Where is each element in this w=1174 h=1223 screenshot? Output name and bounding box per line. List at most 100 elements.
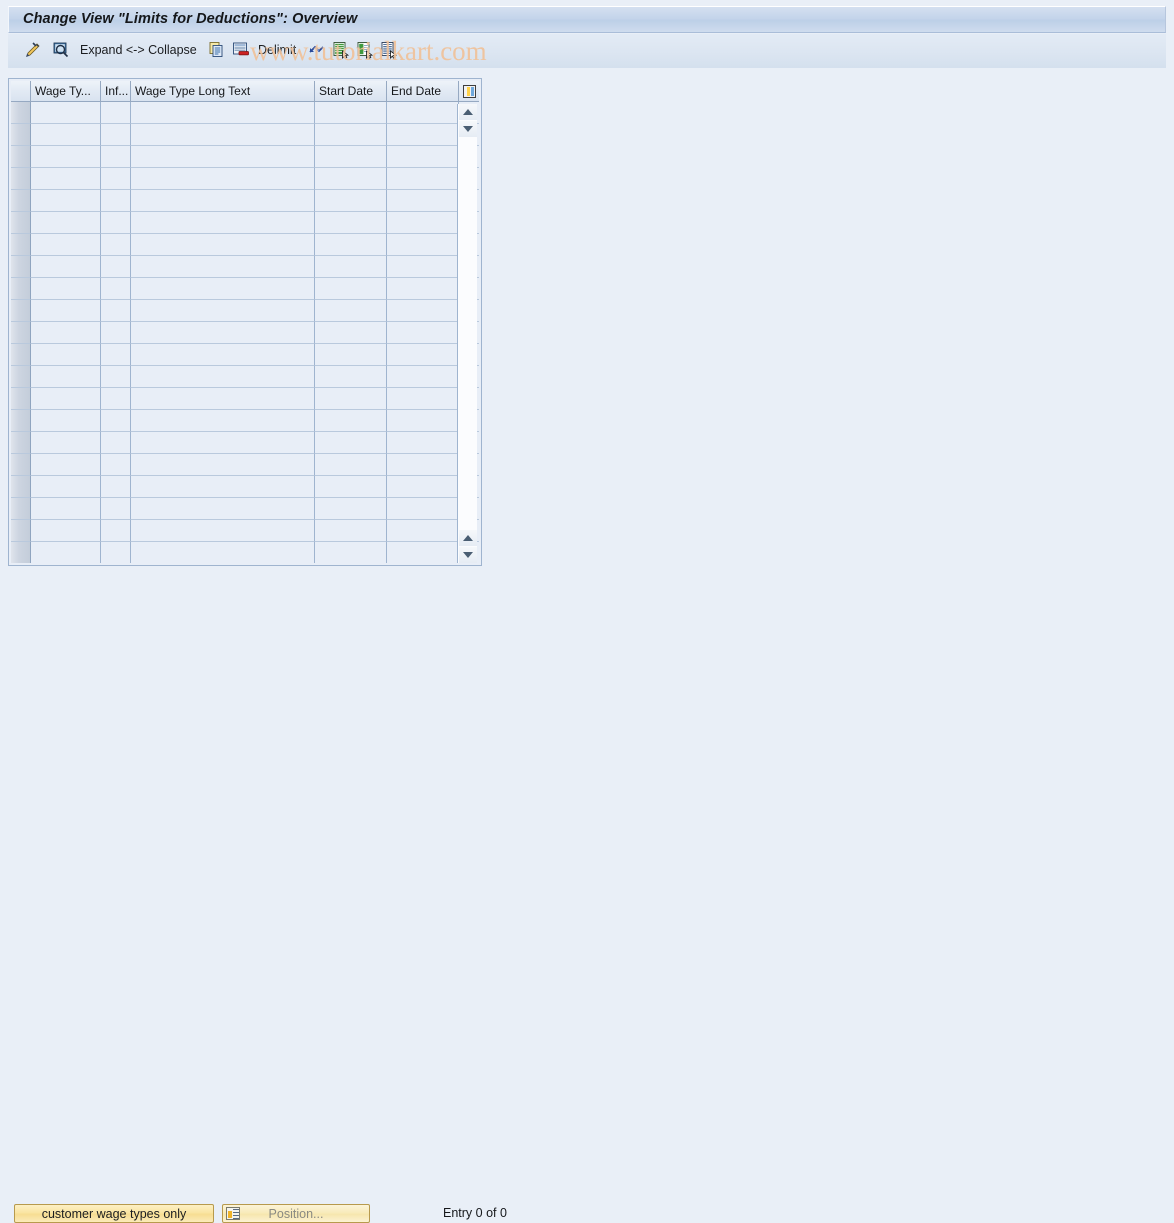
cell-wage-type-long-text[interactable] bbox=[131, 190, 315, 212]
undo-button[interactable] bbox=[306, 38, 326, 62]
cell-start-date[interactable] bbox=[315, 146, 387, 168]
cell-end-date[interactable] bbox=[387, 212, 459, 234]
table-row[interactable] bbox=[11, 476, 479, 498]
table-row[interactable] bbox=[11, 322, 479, 344]
cell-end-date[interactable] bbox=[387, 432, 459, 454]
cell-start-date[interactable] bbox=[315, 300, 387, 322]
row-selector[interactable] bbox=[11, 542, 31, 563]
table-row[interactable] bbox=[11, 542, 479, 563]
cell-wage-type[interactable] bbox=[31, 344, 101, 366]
cell-wage-type[interactable] bbox=[31, 432, 101, 454]
cell-end-date[interactable] bbox=[387, 366, 459, 388]
expand-collapse-button[interactable]: Expand <-> Collapse bbox=[80, 38, 197, 62]
cell-wage-type[interactable] bbox=[31, 520, 101, 542]
cell-end-date[interactable] bbox=[387, 168, 459, 190]
cell-wage-type-long-text[interactable] bbox=[131, 300, 315, 322]
cell-inf[interactable] bbox=[101, 168, 131, 190]
table-settings-button[interactable] bbox=[459, 81, 479, 102]
column-header-start-date[interactable]: Start Date bbox=[315, 81, 387, 102]
delimit-button[interactable]: Delimit bbox=[258, 38, 296, 62]
cell-wage-type[interactable] bbox=[31, 476, 101, 498]
cell-end-date[interactable] bbox=[387, 256, 459, 278]
deselect-all-button[interactable] bbox=[355, 38, 375, 62]
row-selector[interactable] bbox=[11, 212, 31, 234]
cell-inf[interactable] bbox=[101, 146, 131, 168]
cell-wage-type[interactable] bbox=[31, 212, 101, 234]
row-selector[interactable] bbox=[11, 146, 31, 168]
cell-wage-type-long-text[interactable] bbox=[131, 476, 315, 498]
select-block-button[interactable] bbox=[379, 38, 399, 62]
table-row[interactable] bbox=[11, 168, 479, 190]
cell-wage-type-long-text[interactable] bbox=[131, 234, 315, 256]
cell-wage-type-long-text[interactable] bbox=[131, 124, 315, 146]
cell-start-date[interactable] bbox=[315, 542, 387, 563]
cell-wage-type[interactable] bbox=[31, 256, 101, 278]
cell-start-date[interactable] bbox=[315, 234, 387, 256]
cell-start-date[interactable] bbox=[315, 168, 387, 190]
table-row[interactable] bbox=[11, 102, 479, 124]
row-selector[interactable] bbox=[11, 190, 31, 212]
cell-end-date[interactable] bbox=[387, 102, 459, 124]
cell-inf[interactable] bbox=[101, 410, 131, 432]
cell-wage-type[interactable] bbox=[31, 146, 101, 168]
cell-wage-type[interactable] bbox=[31, 278, 101, 300]
change-edit-button[interactable] bbox=[22, 38, 44, 62]
scroll-down-icon-bottom[interactable] bbox=[459, 547, 477, 563]
scroll-up-icon[interactable] bbox=[459, 104, 477, 120]
cell-inf[interactable] bbox=[101, 124, 131, 146]
cell-inf[interactable] bbox=[101, 476, 131, 498]
cell-end-date[interactable] bbox=[387, 388, 459, 410]
row-selector[interactable] bbox=[11, 344, 31, 366]
cell-wage-type-long-text[interactable] bbox=[131, 388, 315, 410]
table-row[interactable] bbox=[11, 366, 479, 388]
row-selector[interactable] bbox=[11, 410, 31, 432]
cell-inf[interactable] bbox=[101, 234, 131, 256]
cell-wage-type-long-text[interactable] bbox=[131, 432, 315, 454]
display-details-button[interactable] bbox=[50, 38, 72, 62]
cell-inf[interactable] bbox=[101, 344, 131, 366]
cell-wage-type[interactable] bbox=[31, 322, 101, 344]
cell-start-date[interactable] bbox=[315, 212, 387, 234]
cell-wage-type[interactable] bbox=[31, 410, 101, 432]
cell-wage-type[interactable] bbox=[31, 124, 101, 146]
row-selector[interactable] bbox=[11, 388, 31, 410]
cell-wage-type-long-text[interactable] bbox=[131, 542, 315, 563]
cell-inf[interactable] bbox=[101, 432, 131, 454]
table-row[interactable] bbox=[11, 498, 479, 520]
cell-end-date[interactable] bbox=[387, 124, 459, 146]
cell-start-date[interactable] bbox=[315, 476, 387, 498]
cell-wage-type-long-text[interactable] bbox=[131, 322, 315, 344]
row-selector[interactable] bbox=[11, 454, 31, 476]
cell-inf[interactable] bbox=[101, 102, 131, 124]
cell-start-date[interactable] bbox=[315, 520, 387, 542]
cell-wage-type-long-text[interactable] bbox=[131, 102, 315, 124]
cell-inf[interactable] bbox=[101, 520, 131, 542]
cell-wage-type-long-text[interactable] bbox=[131, 168, 315, 190]
cell-inf[interactable] bbox=[101, 366, 131, 388]
customer-wage-types-only-button[interactable]: customer wage types only bbox=[14, 1204, 214, 1223]
cell-wage-type-long-text[interactable] bbox=[131, 410, 315, 432]
cell-inf[interactable] bbox=[101, 454, 131, 476]
cell-inf[interactable] bbox=[101, 498, 131, 520]
cell-wage-type[interactable] bbox=[31, 542, 101, 563]
cell-start-date[interactable] bbox=[315, 388, 387, 410]
cell-inf[interactable] bbox=[101, 322, 131, 344]
table-header-corner[interactable] bbox=[11, 81, 31, 102]
cell-wage-type[interactable] bbox=[31, 366, 101, 388]
row-selector[interactable] bbox=[11, 366, 31, 388]
cell-start-date[interactable] bbox=[315, 190, 387, 212]
select-all-button[interactable] bbox=[331, 38, 351, 62]
cell-inf[interactable] bbox=[101, 542, 131, 563]
copy-button[interactable] bbox=[207, 38, 227, 62]
cell-start-date[interactable] bbox=[315, 124, 387, 146]
table-row[interactable] bbox=[11, 234, 479, 256]
table-row[interactable] bbox=[11, 454, 479, 476]
scroll-down-icon[interactable] bbox=[459, 121, 477, 137]
row-selector[interactable] bbox=[11, 300, 31, 322]
cell-end-date[interactable] bbox=[387, 190, 459, 212]
cell-inf[interactable] bbox=[101, 300, 131, 322]
cell-wage-type-long-text[interactable] bbox=[131, 454, 315, 476]
column-header-wage-type[interactable]: Wage Ty... bbox=[31, 81, 101, 102]
table-vertical-scrollbar[interactable] bbox=[457, 104, 477, 563]
cell-end-date[interactable] bbox=[387, 498, 459, 520]
